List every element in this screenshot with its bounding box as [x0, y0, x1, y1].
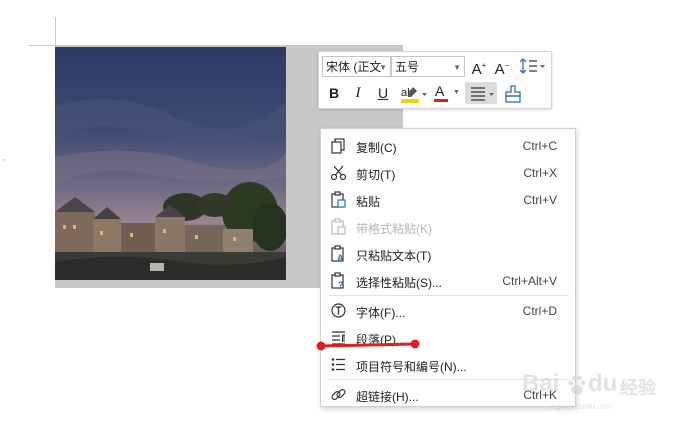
- format-painter-icon: [505, 85, 521, 103]
- font-color-bar: [434, 99, 448, 102]
- menu-item-label: 剪切(T): [356, 168, 396, 182]
- menu-item-shortcut: Ctrl+X: [523, 166, 557, 180]
- menu-item-paste[interactable]: 粘贴 Ctrl+V: [321, 186, 575, 213]
- font-icon: [331, 303, 346, 318]
- svg-text:?: ?: [338, 280, 344, 289]
- menu-item-paste-text-only[interactable]: A 只粘贴文本(T): [321, 240, 575, 267]
- watermark-url: jingyan.baidu.com: [548, 402, 613, 411]
- bullet-list-icon: [331, 358, 345, 371]
- menu-item-copy[interactable]: 复制(C) Ctrl+C: [321, 132, 575, 159]
- menu-item-label: 选择性粘贴(S)...: [356, 276, 442, 290]
- menu-item-label: 超链接(H)...: [356, 390, 419, 404]
- inserted-photo[interactable]: [55, 47, 286, 280]
- menu-item-cut[interactable]: 剪切(T) Ctrl+X: [321, 159, 575, 186]
- menu-item-label: 复制(C): [356, 141, 397, 155]
- format-painter-button[interactable]: [502, 83, 524, 105]
- chevron-down-icon: ▼: [453, 89, 460, 96]
- grow-font-button[interactable]: A+: [470, 56, 488, 78]
- link-icon: [331, 388, 346, 401]
- photo-drawing: [55, 47, 286, 280]
- font-name-value: 宋体 (正文: [326, 60, 382, 74]
- align-center-icon: [471, 87, 494, 101]
- menu-item-label: 字体(F)...: [356, 306, 406, 320]
- menu-item-shortcut: Ctrl+V: [523, 193, 557, 207]
- align-button[interactable]: [465, 82, 497, 104]
- paste-icon: [331, 191, 346, 208]
- menu-item-shortcut: Ctrl+C: [522, 139, 557, 153]
- menu-item-label: 只粘贴文本(T): [356, 249, 432, 263]
- menu-item-paste-with-format: 带格式粘贴(K): [321, 213, 575, 240]
- menu-separator: [329, 295, 569, 296]
- grow-font-icon: A: [471, 61, 482, 78]
- copy-icon: [331, 138, 345, 154]
- menu-item-font[interactable]: 字体(F)... Ctrl+D: [321, 297, 575, 324]
- shrink-font-button[interactable]: A−: [493, 56, 511, 78]
- context-menu: 复制(C) Ctrl+C 剪切(T) Ctrl+X 粘贴 Ctrl+V 带格式粘…: [320, 128, 576, 407]
- ruler-tick-icon: ˇ: [3, 158, 6, 168]
- watermark-brand-2: du: [588, 370, 618, 397]
- menu-item-label: 粘贴: [356, 195, 381, 209]
- watermark-suffix: 经验: [620, 378, 656, 398]
- red-underline-annotation: [316, 339, 420, 351]
- highlight-button[interactable]: ab: [399, 83, 429, 105]
- paste-special-icon: ?: [331, 272, 344, 289]
- baidu-watermark: Bai du 经验 jingyan.baidu.com: [522, 368, 672, 418]
- paste-text-icon: A: [331, 245, 344, 262]
- svg-text:A: A: [337, 253, 344, 262]
- page-corner-vertical: [55, 17, 56, 45]
- page-corner-horizontal: [28, 45, 55, 46]
- menu-item-paste-special[interactable]: ? 选择性粘贴(S)... Ctrl+Alt+V: [321, 267, 575, 294]
- font-color-icon: A: [435, 83, 445, 99]
- chevron-down-icon: ▼: [379, 63, 387, 72]
- font-color-button[interactable]: A ▼: [432, 83, 462, 105]
- line-spacing-button[interactable]: [518, 56, 546, 78]
- menu-item-shortcut: Ctrl+D: [522, 304, 557, 318]
- paste-format-icon: [331, 218, 346, 235]
- watermark-brand: Bai: [522, 370, 560, 397]
- line-spacing-icon: [519, 58, 545, 74]
- font-name-select[interactable]: 宋体 (正文 ▼: [322, 56, 391, 77]
- bold-button[interactable]: B: [325, 83, 343, 105]
- font-size-value: 五号: [395, 60, 420, 74]
- shrink-font-icon: A: [494, 61, 505, 78]
- highlighter-icon: ab: [401, 87, 427, 103]
- italic-button[interactable]: I: [349, 83, 367, 105]
- paw-icon: [568, 375, 586, 395]
- scissors-icon: [330, 165, 347, 181]
- menu-item-label: 项目符号和编号(N)...: [356, 360, 467, 374]
- font-size-select[interactable]: 五号 ▼: [391, 56, 465, 77]
- menu-item-label: 带格式粘贴(K): [356, 222, 432, 236]
- underline-button[interactable]: U: [374, 83, 392, 105]
- mini-format-toolbar: 宋体 (正文 ▼ 五号 ▼ A+ A− B I U ab A ▼: [318, 51, 552, 109]
- chevron-down-icon: ▼: [453, 63, 461, 72]
- menu-item-shortcut: Ctrl+Alt+V: [502, 274, 557, 288]
